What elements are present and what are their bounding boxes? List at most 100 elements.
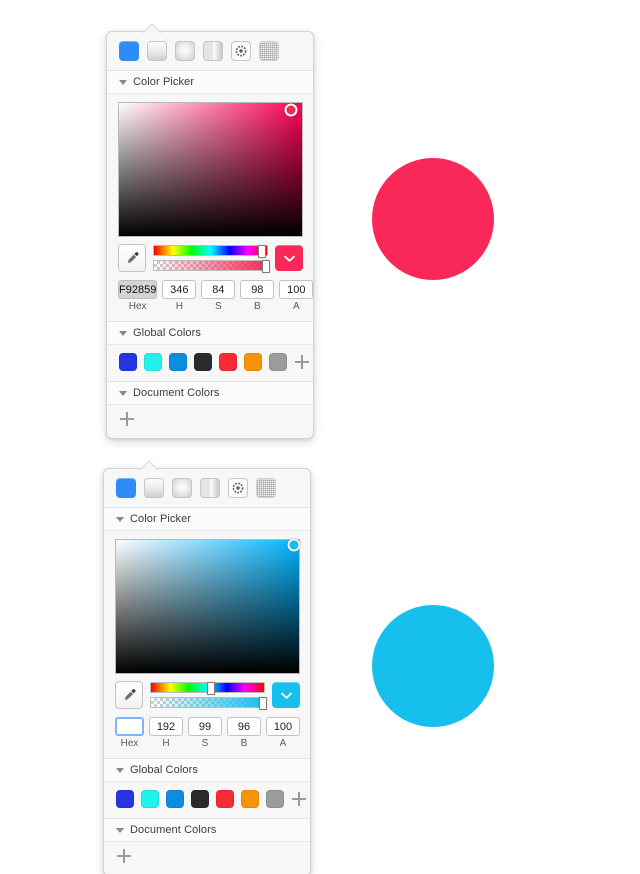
toolbar-pattern-fill-button[interactable]	[228, 478, 248, 498]
color-picker-body: F92859 Hex 346 H 84 S 98 B 100 A	[107, 94, 314, 321]
toolbar-linear-gradient-fill-button[interactable]	[144, 478, 164, 498]
hue-field[interactable]: 346	[162, 280, 197, 299]
color-picker-popover: Color Picker Hex 192 H 99 S 96 B 100 A Global Colo…	[103, 468, 311, 874]
color-swatch[interactable]	[119, 353, 137, 371]
gear-icon	[232, 482, 244, 494]
section-header-document-colors[interactable]: Document Colors	[107, 381, 313, 405]
label-saturation-field: S	[201, 738, 209, 749]
color-picker-cursor[interactable]	[287, 538, 300, 552]
eyedropper-button[interactable]	[115, 681, 143, 709]
alpha-slider-thumb[interactable]	[261, 260, 270, 273]
color-swatch[interactable]	[116, 790, 134, 808]
section-title: Global Colors	[130, 764, 198, 776]
color-swatch[interactable]	[144, 353, 162, 371]
toolbar-noise-fill-button[interactable]	[259, 41, 279, 61]
color-swatch[interactable]	[216, 790, 234, 808]
app-canvas: Color Picker F92859 Hex 346 H 84 S 98 B 100 A Globa…	[0, 0, 640, 874]
label-brightness-field: B	[253, 301, 261, 312]
hue-slider-thumb[interactable]	[258, 245, 267, 258]
alpha-gradient	[154, 261, 267, 270]
hex-field[interactable]	[115, 717, 144, 736]
color-swatch[interactable]	[269, 353, 287, 371]
section-header-global-colors[interactable]: Global Colors	[104, 758, 310, 782]
chevron-down-icon	[280, 692, 292, 699]
hue-field[interactable]: 192	[149, 717, 183, 736]
toolbar-noise-fill-button[interactable]	[256, 478, 276, 498]
brightness-field[interactable]: 98	[240, 280, 275, 299]
label-alpha-field: A	[292, 301, 300, 312]
alpha-slider[interactable]	[153, 260, 270, 273]
canvas-circle-red[interactable]	[372, 158, 494, 280]
field-group-hex-field: Hex	[115, 717, 144, 749]
add-document-color-button[interactable]	[117, 849, 131, 863]
disclosure-triangle-icon[interactable]	[119, 330, 127, 336]
section-header-color-picker[interactable]: Color Picker	[104, 507, 310, 531]
hue-slider-thumb[interactable]	[206, 682, 215, 695]
saturation-brightness-square[interactable]	[118, 102, 303, 237]
label-hue-field: H	[162, 738, 170, 749]
field-group-hex-field: F92859 Hex	[118, 280, 158, 312]
color-value-fields: Hex 192 H 99 S 96 B 100 A	[115, 717, 300, 749]
popover-pointer	[143, 23, 161, 33]
saturation-field[interactable]: 84	[201, 280, 236, 299]
color-swatch[interactable]	[244, 353, 262, 371]
section-header-color-picker[interactable]: Color Picker	[107, 70, 313, 94]
field-group-saturation-field: 84 S	[201, 280, 236, 312]
hue-slider[interactable]	[153, 245, 268, 258]
color-swatch[interactable]	[266, 790, 284, 808]
toolbar-linear-gradient-fill-button[interactable]	[147, 41, 167, 61]
toolbar-angular-gradient-fill-button[interactable]	[203, 41, 223, 61]
toolbar-solid-color-fill-button[interactable]	[116, 478, 136, 498]
field-group-brightness-field: 96 B	[227, 717, 261, 749]
color-swatch[interactable]	[191, 790, 209, 808]
add-color-button[interactable]	[295, 355, 309, 369]
disclosure-triangle-icon[interactable]	[116, 767, 124, 773]
add-document-color-button[interactable]	[120, 412, 134, 426]
label-alpha-field: A	[279, 738, 287, 749]
swatch-row-document	[104, 842, 310, 874]
section-header-document-colors[interactable]: Document Colors	[104, 818, 310, 842]
color-picker-cursor[interactable]	[284, 103, 298, 117]
label-hex-field: Hex	[128, 301, 147, 312]
toolbar-angular-gradient-fill-button[interactable]	[200, 478, 220, 498]
alpha-field[interactable]: 100	[279, 280, 314, 299]
color-picker-popover: Color Picker F92859 Hex 346 H 84 S 98 B 100 A Globa…	[106, 31, 314, 439]
field-group-saturation-field: 99 S	[188, 717, 222, 749]
field-group-alpha-field: 100 A	[266, 717, 300, 749]
disclosure-triangle-icon[interactable]	[119, 390, 127, 396]
slider-row	[115, 681, 300, 710]
alpha-slider[interactable]	[150, 697, 267, 710]
color-swatch[interactable]	[194, 353, 212, 371]
disclosure-triangle-icon[interactable]	[116, 827, 124, 833]
saturation-field[interactable]: 99	[188, 717, 222, 736]
field-group-hue-field: 192 H	[149, 717, 183, 749]
color-swatch[interactable]	[141, 790, 159, 808]
section-header-global-colors[interactable]: Global Colors	[107, 321, 313, 345]
toolbar-radial-gradient-fill-button[interactable]	[175, 41, 195, 61]
disclosure-triangle-icon[interactable]	[119, 79, 127, 85]
fill-type-toolbar	[107, 32, 313, 70]
canvas-circle-cyan[interactable]	[372, 605, 494, 727]
saturation-brightness-square[interactable]	[115, 538, 300, 674]
brightness-field[interactable]: 96	[227, 717, 261, 736]
alpha-field[interactable]: 100	[266, 717, 300, 736]
toolbar-pattern-fill-button[interactable]	[231, 41, 251, 61]
sliders	[153, 245, 270, 273]
hue-slider[interactable]	[150, 682, 265, 695]
color-swatch[interactable]	[241, 790, 259, 808]
color-preview-dropdown-button[interactable]	[275, 245, 303, 271]
color-preview-dropdown-button[interactable]	[272, 682, 300, 708]
toolbar-radial-gradient-fill-button[interactable]	[172, 478, 192, 498]
fill-type-toolbar	[104, 469, 310, 507]
add-color-button[interactable]	[292, 792, 306, 806]
alpha-slider-thumb[interactable]	[258, 697, 267, 710]
color-swatch[interactable]	[219, 353, 237, 371]
disclosure-triangle-icon[interactable]	[116, 516, 124, 522]
toolbar-solid-color-fill-button[interactable]	[119, 41, 139, 61]
eyedropper-button[interactable]	[118, 244, 146, 272]
hex-field[interactable]: F92859	[118, 280, 158, 299]
color-swatch[interactable]	[166, 790, 184, 808]
field-group-alpha-field: 100 A	[279, 280, 314, 312]
label-hex-field: Hex	[120, 738, 139, 749]
color-swatch[interactable]	[169, 353, 187, 371]
